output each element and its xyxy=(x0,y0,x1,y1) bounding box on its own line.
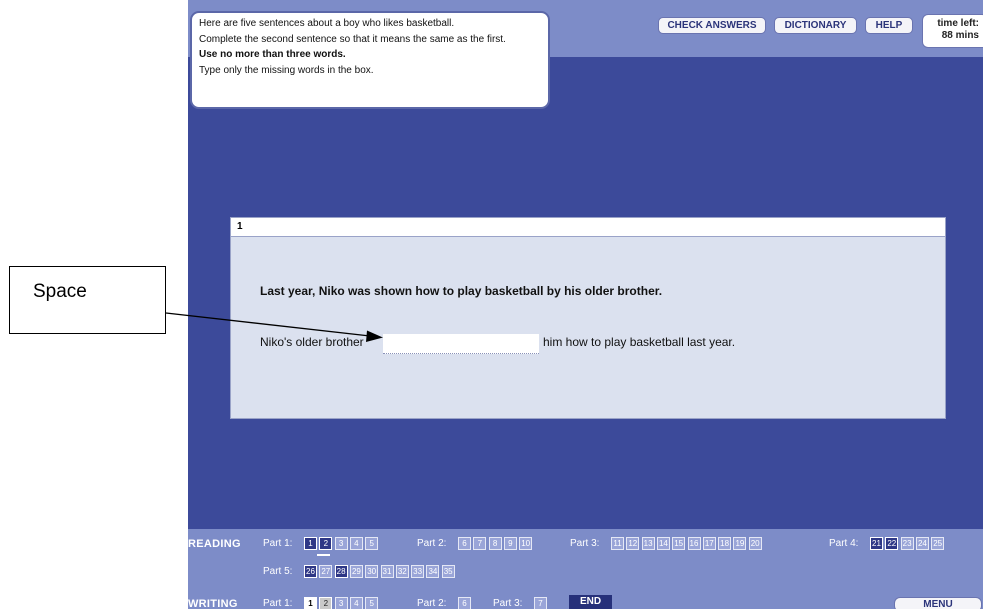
reading-question-34-button[interactable]: 34 xyxy=(426,565,440,578)
reading-question-3-button[interactable]: 3 xyxy=(334,537,348,550)
writing-question-2-button[interactable]: 2 xyxy=(319,597,333,609)
reading-question-28-button[interactable]: 28 xyxy=(334,565,348,578)
question-panel: 1 Last year, Niko was shown how to play … xyxy=(230,217,946,419)
check-answers-button[interactable]: CHECK ANSWERS xyxy=(658,17,766,34)
reading-question-20-button[interactable]: 20 xyxy=(748,537,762,550)
space-callout-label: Space xyxy=(33,281,87,302)
reading-part-label: Part 4: xyxy=(829,538,859,549)
writing-question-7-button[interactable]: 7 xyxy=(534,597,547,609)
instruction-line: Complete the second sentence so that it … xyxy=(199,33,506,45)
reading-question-13-button[interactable]: 13 xyxy=(641,537,655,550)
reading-question-4-button[interactable]: 4 xyxy=(349,537,363,550)
writing-section-label: WRITING xyxy=(188,598,238,609)
instruction-line: Type only the missing words in the box. xyxy=(199,64,374,76)
reading-question-35-button[interactable]: 35 xyxy=(441,565,455,578)
writing-part-label: Part 2: xyxy=(417,598,447,609)
reading-question-15-button[interactable]: 15 xyxy=(672,537,686,550)
reading-question-29-button[interactable]: 29 xyxy=(349,565,363,578)
reading-question-14-button[interactable]: 14 xyxy=(656,537,670,550)
space-callout: Space xyxy=(9,266,166,334)
help-button[interactable]: HELP xyxy=(865,17,913,34)
writing-question-3-button[interactable]: 3 xyxy=(334,597,348,609)
reading-question-17-button[interactable]: 17 xyxy=(702,537,716,550)
reading-question-25-button[interactable]: 25 xyxy=(931,537,945,550)
reading-question-5-button[interactable]: 5 xyxy=(365,537,379,550)
writing-question-5-button[interactable]: 5 xyxy=(365,597,379,609)
writing-question-1-button[interactable]: 1 xyxy=(304,597,317,609)
reading-part-label: Part 3: xyxy=(570,538,600,549)
reading-question-7-button[interactable]: 7 xyxy=(473,537,487,550)
instruction-line: Here are five sentences about a boy who … xyxy=(199,18,455,29)
reading-section-label: READING xyxy=(188,538,241,550)
writing-question-4-button[interactable]: 4 xyxy=(349,597,363,609)
reading-question-6-button[interactable]: 6 xyxy=(458,537,471,550)
reading-part-label: Part 1: xyxy=(263,538,293,549)
time-left-value: 88 mins xyxy=(941,30,979,41)
reading-question-32-button[interactable]: 32 xyxy=(395,565,409,578)
end-button[interactable]: END xyxy=(569,595,612,609)
reading-question-33-button[interactable]: 33 xyxy=(411,565,425,578)
writing-question-6-button[interactable]: 6 xyxy=(458,597,471,609)
answer-input[interactable] xyxy=(383,334,539,354)
reading-question-23-button[interactable]: 23 xyxy=(900,537,914,550)
reading-question-2-button[interactable]: 2 xyxy=(319,537,333,550)
current-item-underline xyxy=(317,554,330,556)
reading-question-16-button[interactable]: 16 xyxy=(687,537,701,550)
time-left-label: time left: xyxy=(937,18,979,29)
instructions-box: Here are five sentences about a boy who … xyxy=(190,11,550,109)
reading-question-30-button[interactable]: 30 xyxy=(365,565,379,578)
writing-part-label: Part 3: xyxy=(493,598,523,609)
writing-part-label: Part 1: xyxy=(263,598,293,609)
sentence-start: Niko's older brother xyxy=(260,335,364,349)
reading-question-18-button[interactable]: 18 xyxy=(718,537,732,550)
reading-question-11-button[interactable]: 11 xyxy=(611,537,624,550)
reading-question-10-button[interactable]: 10 xyxy=(519,537,533,550)
dictionary-button[interactable]: DICTIONARY xyxy=(774,17,857,34)
reading-question-26-button[interactable]: 26 xyxy=(304,565,317,578)
time-left-box: time left: 88 mins xyxy=(922,14,983,48)
reading-question-27-button[interactable]: 27 xyxy=(319,565,333,578)
reading-question-12-button[interactable]: 12 xyxy=(626,537,640,550)
reading-part-label: Part 5: xyxy=(263,566,293,577)
reading-question-9-button[interactable]: 9 xyxy=(503,537,517,550)
question-number: 1 xyxy=(231,218,945,237)
sentence-end: him how to play basketball last year. xyxy=(543,335,736,349)
menu-button[interactable]: MENU xyxy=(894,597,982,609)
reading-question-8-button[interactable]: 8 xyxy=(488,537,502,550)
reading-part-label: Part 2: xyxy=(417,538,447,549)
reading-question-21-button[interactable]: 21 xyxy=(870,537,883,550)
reading-question-1-button[interactable]: 1 xyxy=(304,537,317,550)
reading-question-31-button[interactable]: 31 xyxy=(380,565,394,578)
reading-question-19-button[interactable]: 19 xyxy=(733,537,747,550)
reading-question-24-button[interactable]: 24 xyxy=(915,537,929,550)
exam-screen: Here are five sentences about a boy who … xyxy=(188,0,983,609)
reading-question-22-button[interactable]: 22 xyxy=(885,537,899,550)
question-prompt: Last year, Niko was shown how to play ba… xyxy=(260,284,663,298)
instruction-line-emphasis: Use no more than three words. xyxy=(199,49,346,60)
